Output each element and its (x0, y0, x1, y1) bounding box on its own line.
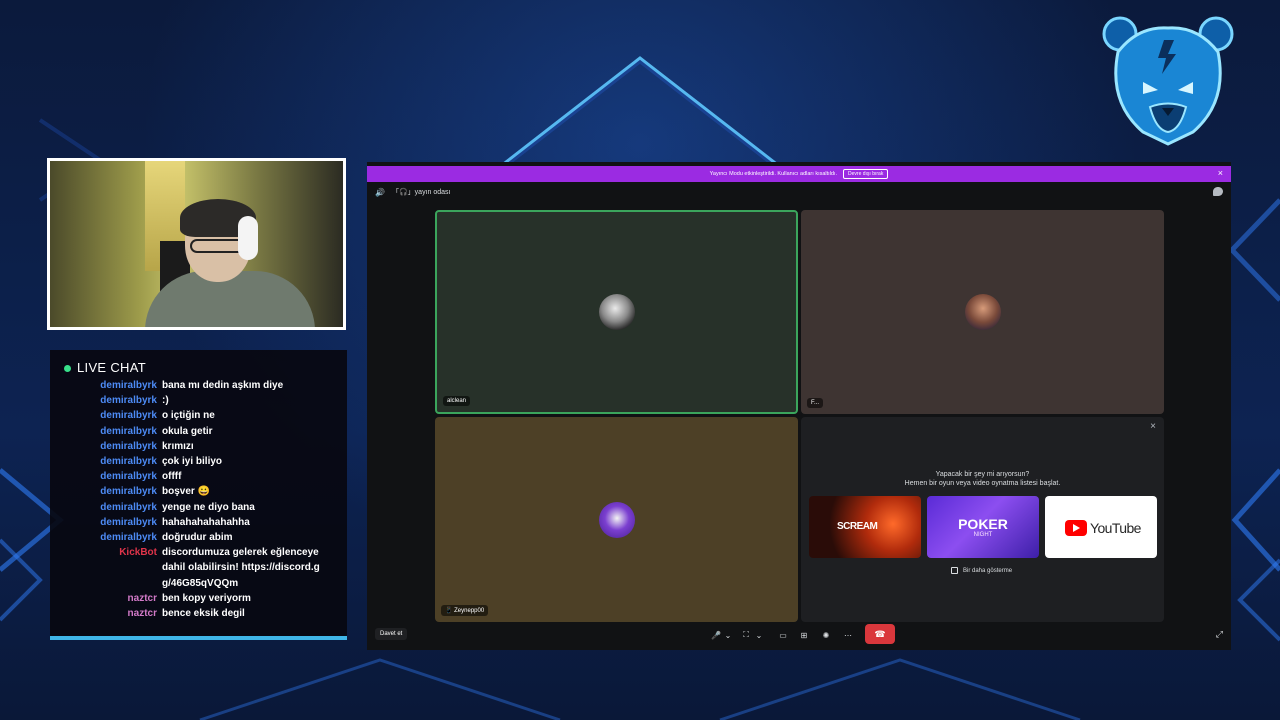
chat-title: CHAT (110, 360, 146, 375)
chevron-down-icon[interactable]: ⌄ (724, 627, 732, 643)
activity-suggestion-panel: × Yapacak bir şey mi arıyorsun? Hemen bi… (801, 417, 1164, 622)
chat-message: demiralbyrk offff (50, 469, 347, 484)
discord-window: Yayıncı Modu etkinleştirildi. Kullanıcı … (367, 162, 1231, 650)
chat-header: LIVE CHAT (64, 360, 146, 375)
participant-name: 📱 Zeynepp00 (441, 605, 489, 616)
chat-message-text: offff (162, 471, 182, 483)
participant-name: alclean (443, 396, 471, 406)
chat-username[interactable]: demiralbyrk (50, 454, 162, 469)
participant-avatar (598, 501, 635, 538)
chat-message: demiralbyrk hahahahahahahha (50, 515, 347, 530)
chat-username[interactable]: demiralbyrk (50, 484, 162, 499)
chat-message: demiralbyrk boşver 😀 (50, 484, 347, 499)
chat-message-list: demiralbyrk bana mı dedin aşkım diye demir… (50, 378, 347, 621)
chat-message: demiralbyrk bana mı dedin aşkım diye (50, 378, 347, 393)
chat-message-text: bana mı dedin aşkım diye (162, 380, 284, 391)
participant-name: F... (807, 398, 824, 408)
speaker-icon: 🔊 (375, 187, 385, 197)
chat-message-text: ben kopy veriyorm (162, 592, 251, 604)
activity-card-scream[interactable]: SCREAM (809, 496, 921, 558)
participant-tile[interactable]: F... (801, 210, 1164, 414)
activity-heading: Yapacak bir şey mi arıyorsun? (935, 471, 1030, 478)
chat-message-text: :) (162, 395, 169, 407)
live-label: LIVE (77, 360, 107, 375)
chat-message: KickBot discordumuza gelerek eğlenceye da… (50, 545, 347, 591)
fullscreen-icon[interactable]: ⤢ (1216, 629, 1223, 640)
chat-username[interactable]: demiralbyrk (50, 530, 162, 545)
chat-message: demiralbyrk çok iyi biliyo (50, 454, 347, 469)
banner-text: Yayıncı Modu etkinleştirildi. Kullanıcı … (709, 171, 838, 177)
checkbox-icon[interactable] (951, 567, 958, 574)
activity-card-label: YouTube (1090, 520, 1141, 536)
participant-tile[interactable]: alclean (435, 210, 798, 414)
chat-message-text: okula getir (162, 425, 213, 437)
chat-username[interactable]: demiralbyrk (50, 469, 162, 484)
chat-message-text: krımızı (162, 440, 194, 452)
more-options-icon[interactable]: ⋯ (842, 627, 854, 643)
screen-share-icon[interactable]: ▭ (777, 627, 789, 643)
participant-avatar (598, 294, 635, 330)
participant-avatar (964, 294, 1001, 330)
chat-message-text: boşver 😀 (162, 486, 211, 498)
chat-message-text: bence eksik degil (162, 608, 245, 620)
invite-button[interactable]: Davet et (375, 628, 408, 640)
chat-username[interactable]: naztcr (50, 591, 162, 606)
chat-message: naztcr bence eksik degil (50, 606, 347, 621)
camera-icon[interactable]: ⛶ (740, 627, 752, 643)
chat-username[interactable]: demiralbyrk (50, 439, 162, 454)
soundboard-icon[interactable]: ✺ (820, 627, 832, 643)
chat-username[interactable]: demiralbyrk (50, 515, 162, 530)
channel-header: 🔊 「🎧」yayın odası (367, 182, 1231, 202)
channel-name: 「🎧」yayın odası (391, 189, 451, 196)
webcam-feed (47, 158, 346, 330)
chat-message: demiralbyrk:) (50, 393, 347, 408)
chat-username[interactable]: demiralbyrk (50, 393, 162, 408)
chat-message-text: çok iyi biliyo (162, 456, 223, 468)
chat-message-text: o içtiğin ne (162, 410, 215, 422)
chat-username[interactable]: demiralbyrk (50, 378, 162, 393)
chat-username[interactable]: demiralbyrk (50, 500, 162, 515)
streamer-mode-banner: Yayıncı Modu etkinleştirildi. Kullanıcı … (367, 166, 1231, 182)
participant-tile[interactable]: 📱 Zeynepp00 (435, 417, 798, 622)
disable-streamer-mode-button[interactable]: Devre dışı bırak (843, 169, 889, 179)
disconnect-button[interactable]: ☎ (865, 624, 895, 644)
microphone-icon[interactable]: 🎤 (710, 627, 722, 643)
chat-message: demiralbyrk doğrudur abim (50, 530, 347, 545)
activity-card-label: SCREAM (837, 521, 878, 532)
chat-message: demiralbyrk okula getir (50, 424, 347, 439)
chat-message: demiralbyrk yenge ne diyo bana (50, 500, 347, 515)
activities-icon[interactable]: ⊞ (798, 627, 810, 643)
youtube-play-icon (1065, 520, 1087, 536)
live-dot-icon (64, 365, 71, 373)
activity-subheading: Hemen bir oyun veya video oynatma listes… (904, 480, 1061, 487)
chat-message-text: discordumuza gelerek eğlenceye dahil ola… (162, 547, 320, 589)
chat-username[interactable]: naztcr (50, 606, 162, 621)
dont-show-again[interactable]: Bir daha gösterme (951, 567, 1012, 574)
activity-card-label: POKER (958, 516, 1008, 532)
activity-card-poker-night[interactable]: POKER NIGHT (927, 496, 1039, 558)
chat-message: demiralbyrk o içtiğin ne (50, 408, 347, 423)
chat-username[interactable]: KickBot (50, 545, 162, 591)
chat-username[interactable]: demiralbyrk (50, 408, 162, 423)
chat-username[interactable]: demiralbyrk (50, 424, 162, 439)
activity-card-youtube[interactable]: YouTube (1045, 496, 1157, 558)
activity-close-icon[interactable]: × (1150, 421, 1156, 432)
bear-logo (1098, 12, 1238, 148)
chat-message-text: hahahahahahahha (162, 516, 250, 528)
chat-message: naztcr ben kopy veriyorm (50, 591, 347, 606)
chat-message: demiralbyrk krımızı (50, 439, 347, 454)
chat-bubble-icon[interactable] (1213, 187, 1223, 196)
live-chat-panel: LIVE CHAT demiralbyrk bana mı dedin aşkım… (50, 350, 347, 640)
activity-card-sublabel: NIGHT (973, 532, 993, 538)
chat-message-text: doğrudur abim (162, 532, 233, 544)
call-controls: Davet et 🎤 ⌄ ⛶ ⌄ ▭ ⊞ ✺ ⋯ ☎ ⤢ (367, 622, 1231, 650)
dont-show-label: Bir daha gösterme (963, 567, 1013, 574)
banner-close-icon[interactable]: × (1218, 168, 1223, 178)
chat-message-text: yenge ne diyo bana (162, 501, 255, 513)
webcam-headset (238, 216, 258, 260)
chevron-down-icon[interactable]: ⌄ (755, 627, 763, 643)
